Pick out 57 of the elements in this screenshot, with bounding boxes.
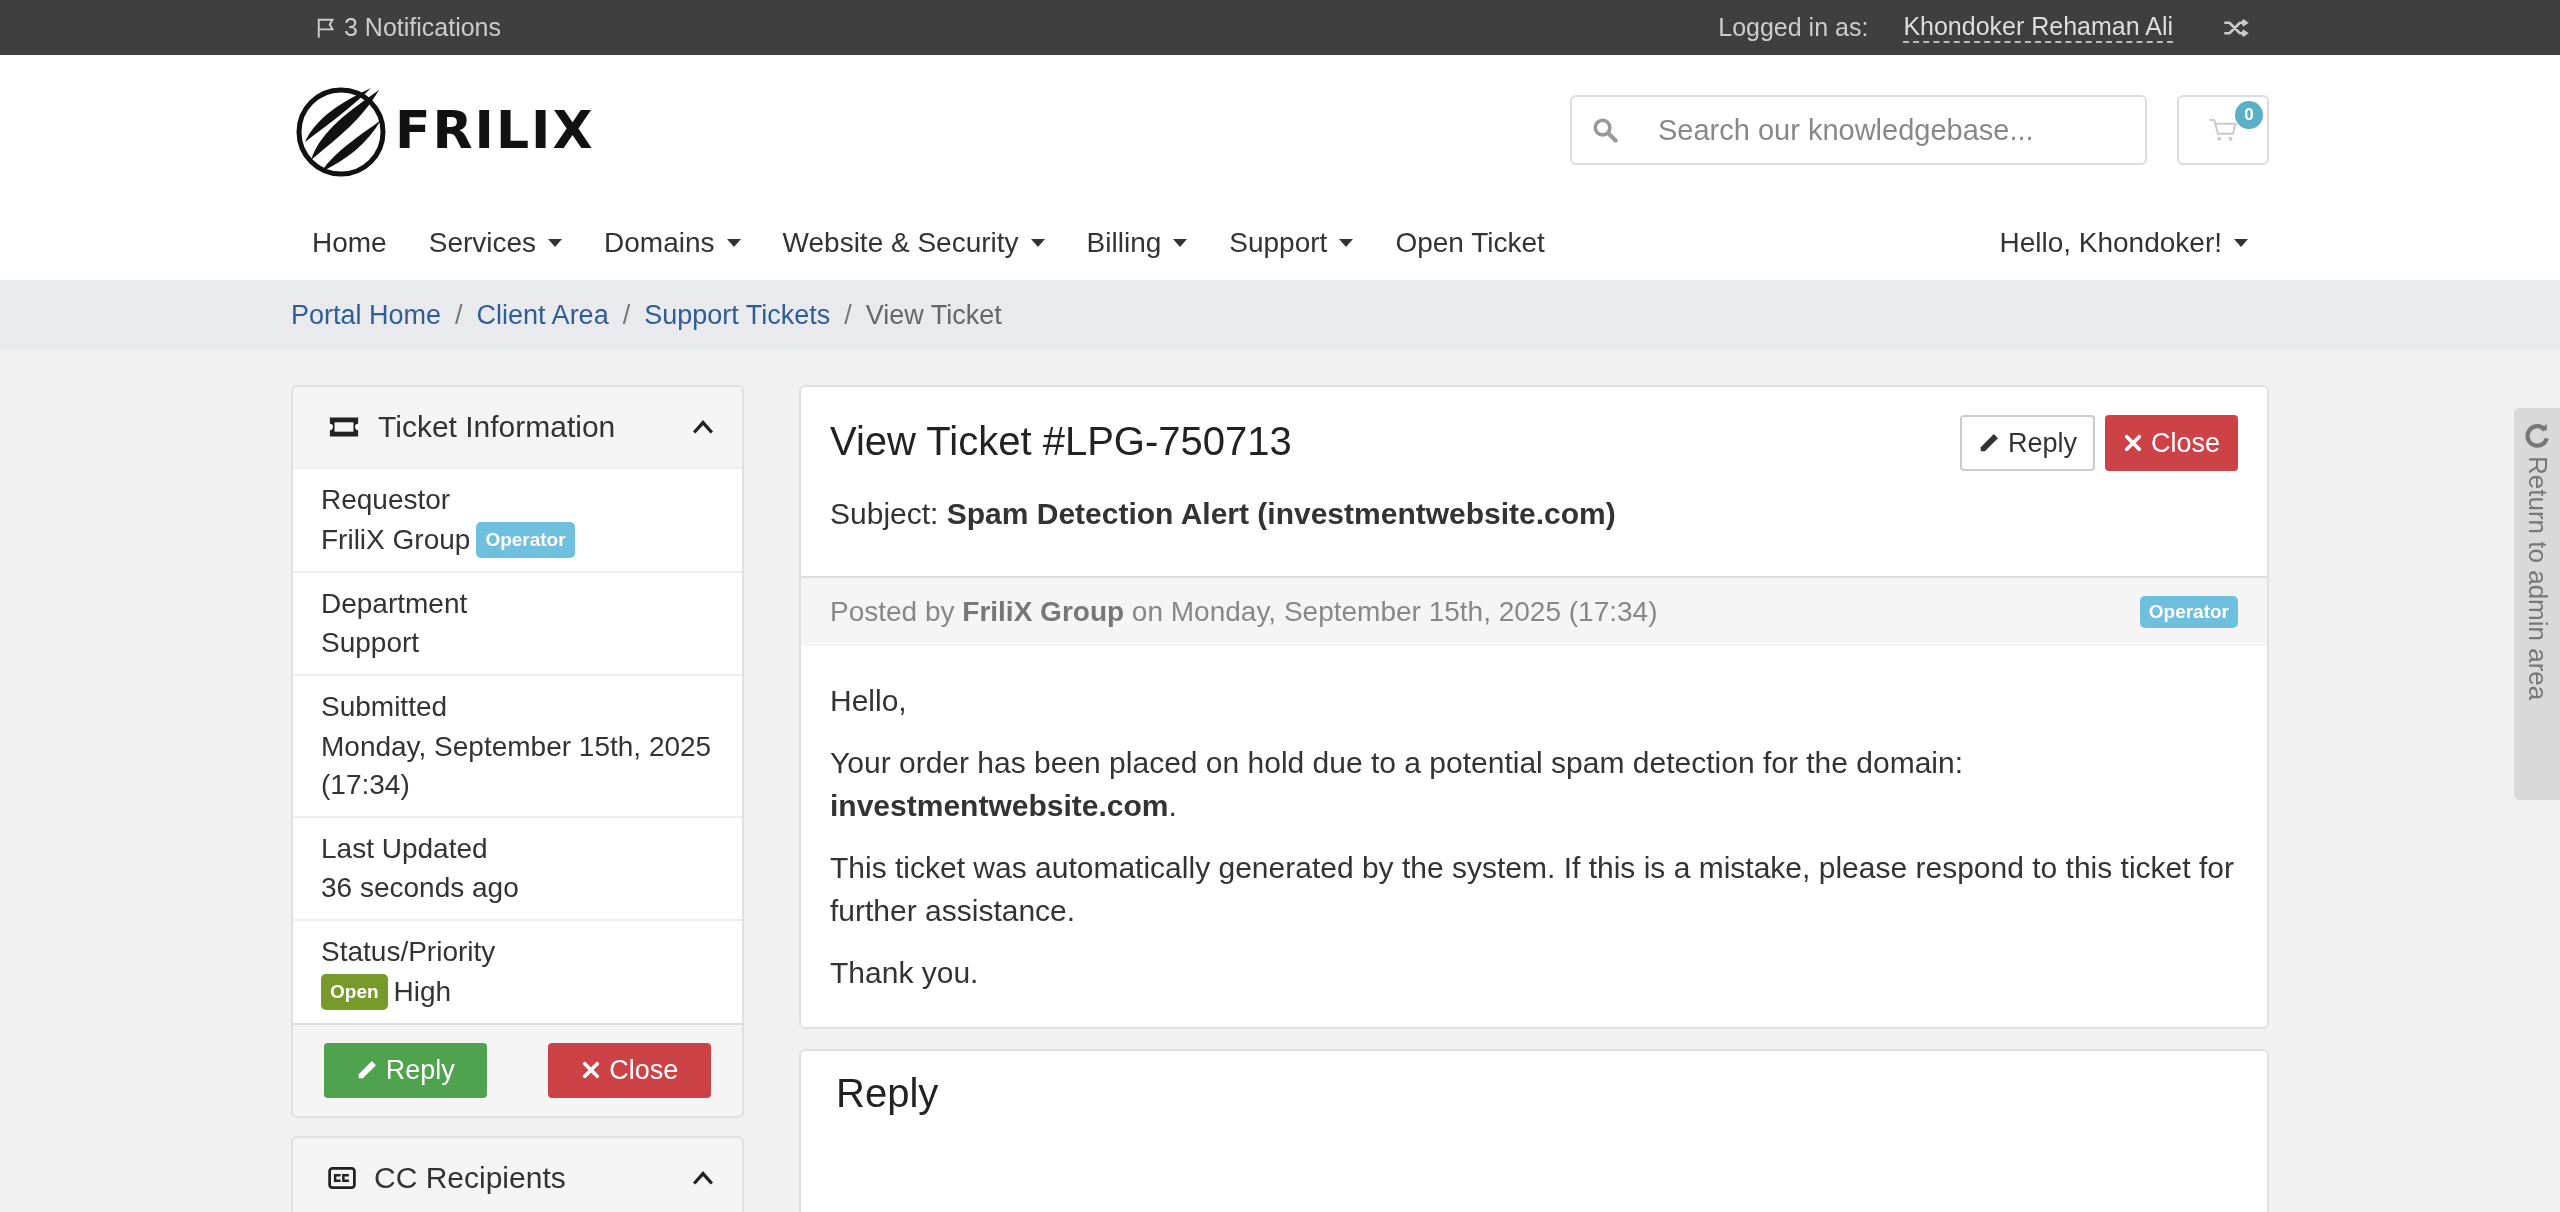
message-paragraph: Hello, (830, 683, 908, 719)
breadcrumb-separator: / (622, 299, 631, 331)
breadcrumb-link[interactable]: Client Area (476, 299, 609, 331)
field-value: Support (321, 626, 420, 661)
field-value: Monday, September 15th, 2025 (17:34) (321, 730, 713, 802)
cart-count-badge: 0 (2235, 101, 2263, 129)
breadcrumb-separator: / (844, 299, 852, 331)
breadcrumb-link[interactable]: Portal Home (291, 299, 442, 331)
ticket-icon (328, 416, 360, 438)
nav-link[interactable]: Open Ticket (1374, 226, 1566, 259)
chevron-up-icon[interactable] (692, 1169, 714, 1186)
nav-link[interactable]: Home (291, 226, 408, 259)
user-menu[interactable]: Hello, Khondoker! (1978, 226, 2269, 259)
search-icon (1592, 117, 1618, 143)
close-icon (581, 1060, 602, 1081)
message-paragraph: Thank you. (830, 954, 980, 991)
field-label: Last Updated (321, 831, 489, 866)
chevron-up-icon[interactable] (692, 419, 714, 435)
panel-title: Ticket Information (378, 410, 617, 444)
breadcrumb-link[interactable]: Support Tickets (644, 299, 831, 331)
reply-title: Reply (836, 1071, 939, 1115)
nav-link[interactable]: Website & Security (761, 226, 1066, 259)
notifications-link[interactable]: 3 Notifications (316, 13, 502, 42)
close-button[interactable]: Close (2104, 415, 2238, 471)
shuffle-icon[interactable] (2223, 16, 2249, 39)
logo-text: FRILIX (395, 100, 595, 160)
role-badge: Operator (2139, 596, 2238, 628)
field-label: Submitted (321, 690, 449, 725)
search-field[interactable]: Search our knowledgebase... (1570, 95, 2147, 165)
ticket-title: View Ticket #LPG-750713 (830, 419, 1293, 464)
message-paragraph: This ticket was automatically generated by the system. If this is a mistake, please respond to this ticket for further assistance. (830, 849, 2235, 929)
status-badge: Open (321, 974, 388, 1010)
close-icon (2122, 433, 2143, 453)
nav-link[interactable]: Billing (1065, 226, 1209, 259)
breadcrumb-separator: / (455, 299, 463, 331)
status-badge: Operator (476, 521, 575, 558)
cart-icon (2208, 117, 2238, 143)
ticket-subject: Subject: Spam Detection Alert (investmentwebsite.com) (830, 497, 1617, 531)
close-button[interactable]: Close (548, 1042, 712, 1098)
field-value: FriliX Group (321, 522, 471, 557)
field-label: Status/Priority (321, 935, 497, 970)
nav-link[interactable]: Services (407, 226, 584, 259)
field-value: High (393, 974, 452, 1009)
posted-by-text: Posted by FriliX Group on Monday, September 15th, 2025 (17:34) (830, 596, 1659, 628)
user-name-link[interactable]: Khondoker Rehaman Ali (1903, 12, 2173, 43)
refresh-icon (2524, 422, 2550, 448)
field-value: 36 seconds ago (321, 871, 519, 906)
field-label: Requestor (321, 483, 452, 517)
breadcrumb-current: View Ticket (865, 299, 1002, 331)
field-label: Department (321, 586, 469, 621)
reply-button[interactable]: Reply (1959, 415, 2095, 471)
logged-in-label: Logged in as: (1718, 13, 1869, 42)
nav-link[interactable]: Support (1208, 226, 1375, 259)
message-paragraph: Your order has been placed on hold due to a potential spam detection for the domain: investmentwebsite.com. (830, 744, 1964, 824)
panel-title: CC Recipients (374, 1160, 567, 1195)
closed-captions-icon (328, 1166, 356, 1189)
nav-link[interactable]: Domains (583, 226, 762, 259)
